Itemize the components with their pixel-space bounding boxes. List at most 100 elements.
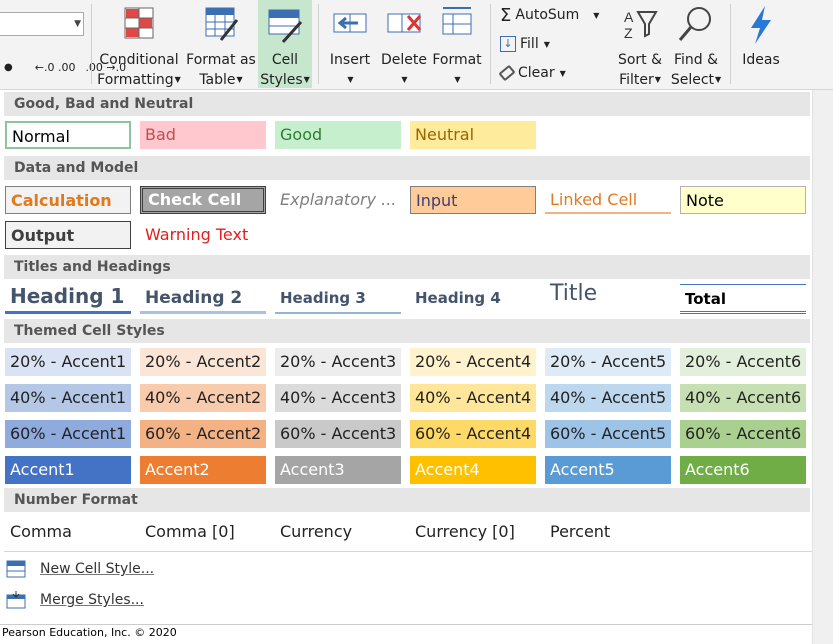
- style-bad[interactable]: Bad: [140, 121, 266, 149]
- merge-styles-item[interactable]: Merge Styles...: [6, 588, 144, 612]
- style-comma-0[interactable]: Comma [0]: [140, 518, 266, 546]
- style-accent5[interactable]: Accent5: [545, 456, 671, 484]
- merge-styles-icon: [6, 591, 26, 609]
- style-20-accent2[interactable]: 20% - Accent2: [140, 348, 266, 376]
- insert-button[interactable]: Insert ▼: [324, 4, 376, 90]
- style-60-accent1[interactable]: 60% - Accent1: [5, 420, 131, 448]
- cell-styles-gallery: Good, Bad and Neutral Normal Bad Good Ne…: [0, 90, 812, 557]
- insert-cells-icon: [333, 13, 367, 33]
- section-good-bad-neutral: Good, Bad and Neutral: [4, 92, 810, 116]
- style-currency-0[interactable]: Currency [0]: [410, 518, 536, 546]
- style-explanatory[interactable]: Explanatory ...: [275, 186, 401, 214]
- style-linked-cell[interactable]: Linked Cell: [545, 186, 671, 214]
- style-comma[interactable]: Comma: [5, 518, 131, 546]
- style-good[interactable]: Good: [275, 121, 401, 149]
- style-20-accent1[interactable]: 20% - Accent1: [5, 348, 131, 376]
- chevron-down-icon: ▼: [401, 75, 408, 84]
- style-60-accent5[interactable]: 60% - Accent5: [545, 420, 671, 448]
- style-accent4[interactable]: Accent4: [410, 456, 536, 484]
- style-output[interactable]: Output: [5, 221, 131, 249]
- autosum-button[interactable]: Σ AutoSum ▼: [500, 4, 599, 26]
- autosum-label: AutoSum: [515, 7, 580, 23]
- insert-label: Insert: [329, 52, 371, 68]
- format-cells-icon: [442, 7, 472, 35]
- conditional-formatting-label-2: Formatting: [97, 72, 174, 88]
- style-heading-2[interactable]: Heading 2: [140, 284, 266, 314]
- style-note[interactable]: Note: [680, 186, 806, 214]
- style-40-accent3[interactable]: 40% - Accent3: [275, 384, 401, 412]
- magnifier-icon: [678, 7, 711, 41]
- clear-button[interactable]: Clear ▼: [498, 62, 566, 84]
- section-data-model: Data and Model: [4, 156, 810, 180]
- style-accent1[interactable]: Accent1: [5, 456, 131, 484]
- chevron-down-icon: ▼: [74, 19, 81, 29]
- lightning-icon: [751, 6, 771, 44]
- gallery-scrollbar[interactable]: [812, 90, 833, 644]
- font-size-dropdown[interactable]: ▼: [0, 12, 84, 36]
- ideas-button[interactable]: Ideas: [736, 4, 786, 70]
- sort-filter-button[interactable]: A Z Sort & Filter▼: [612, 4, 668, 90]
- sort-filter-label-2: Filter: [619, 72, 654, 88]
- style-heading-4[interactable]: Heading 4: [410, 284, 536, 314]
- conditional-formatting-button[interactable]: Conditional Formatting▼: [95, 4, 183, 90]
- style-40-accent4[interactable]: 40% - Accent4: [410, 384, 536, 412]
- increase-decimal-button[interactable]: ←.0 .00: [35, 61, 76, 74]
- find-select-label-2: Select: [670, 72, 715, 88]
- style-heading-1[interactable]: Heading 1: [5, 282, 131, 314]
- style-calculation[interactable]: Calculation: [5, 186, 131, 214]
- section-themed: Themed Cell Styles: [4, 319, 810, 343]
- style-60-accent2[interactable]: 60% - Accent2: [140, 420, 266, 448]
- find-select-button[interactable]: Find & Select▼: [668, 4, 724, 90]
- conditional-formatting-label-1: Conditional: [99, 52, 179, 68]
- format-as-table-button[interactable]: Format as Table▼: [185, 4, 257, 90]
- chevron-down-icon: ▼: [715, 75, 722, 84]
- format-as-table-icon: [205, 7, 239, 41]
- format-as-table-label-2: Table: [199, 72, 236, 88]
- style-neutral[interactable]: Neutral: [410, 121, 536, 149]
- style-heading-3[interactable]: Heading 3: [275, 284, 401, 314]
- style-20-accent6[interactable]: 20% - Accent6: [680, 348, 806, 376]
- find-select-label-1: Find &: [673, 52, 719, 68]
- delete-button[interactable]: Delete ▼: [379, 4, 429, 90]
- style-title[interactable]: Title: [545, 280, 671, 312]
- style-60-accent4[interactable]: 60% - Accent4: [410, 420, 536, 448]
- style-accent6[interactable]: Accent6: [680, 456, 806, 484]
- style-60-accent6[interactable]: 60% - Accent6: [680, 420, 806, 448]
- svg-text:Z: Z: [624, 25, 633, 41]
- format-button[interactable]: Format ▼: [430, 4, 484, 90]
- style-accent2[interactable]: Accent2: [140, 456, 266, 484]
- style-check-cell[interactable]: Check Cell: [140, 186, 266, 214]
- style-currency[interactable]: Currency: [275, 518, 401, 546]
- merge-styles-label: Merge Styles...: [40, 592, 144, 608]
- style-40-accent5[interactable]: 40% - Accent5: [545, 384, 671, 412]
- style-total[interactable]: Total: [680, 284, 806, 314]
- chevron-down-icon: ▼: [236, 75, 243, 84]
- ribbon: ▼ ● ←.0 .00 .00 →.0 Conditional Formatti…: [0, 0, 833, 90]
- style-40-accent6[interactable]: 40% - Accent6: [680, 384, 806, 412]
- style-input[interactable]: Input: [410, 186, 536, 214]
- style-20-accent4[interactable]: 20% - Accent4: [410, 348, 536, 376]
- style-normal[interactable]: Normal: [5, 121, 131, 149]
- fill-down-icon: ↓: [500, 36, 516, 52]
- style-20-accent5[interactable]: 20% - Accent5: [545, 348, 671, 376]
- style-percent[interactable]: Percent: [545, 518, 671, 546]
- cell-styles-icon: [268, 9, 303, 44]
- style-20-accent3[interactable]: 20% - Accent3: [275, 348, 401, 376]
- paint-bullet-icon: ●: [4, 61, 13, 73]
- section-number-format: Number Format: [4, 488, 810, 512]
- fill-button[interactable]: ↓ Fill ▼: [500, 33, 550, 55]
- style-accent3[interactable]: Accent3: [275, 456, 401, 484]
- chevron-down-icon: ▼: [593, 10, 600, 20]
- style-40-accent2[interactable]: 40% - Accent2: [140, 384, 266, 412]
- bottom-divider: [0, 624, 812, 625]
- chevron-down-icon: ▼: [347, 75, 354, 84]
- chevron-down-icon: ▼: [559, 68, 566, 78]
- conditional-formatting-icon: [124, 7, 154, 39]
- chevron-down-icon: ▼: [654, 75, 661, 84]
- cell-styles-button[interactable]: Cell Styles▼: [258, 0, 312, 88]
- style-60-accent3[interactable]: 60% - Accent3: [275, 420, 401, 448]
- style-40-accent1[interactable]: 40% - Accent1: [5, 384, 131, 412]
- style-warning-text[interactable]: Warning Text: [140, 221, 266, 249]
- new-cell-style-item[interactable]: New Cell Style...: [6, 557, 154, 581]
- format-label: Format: [432, 52, 482, 68]
